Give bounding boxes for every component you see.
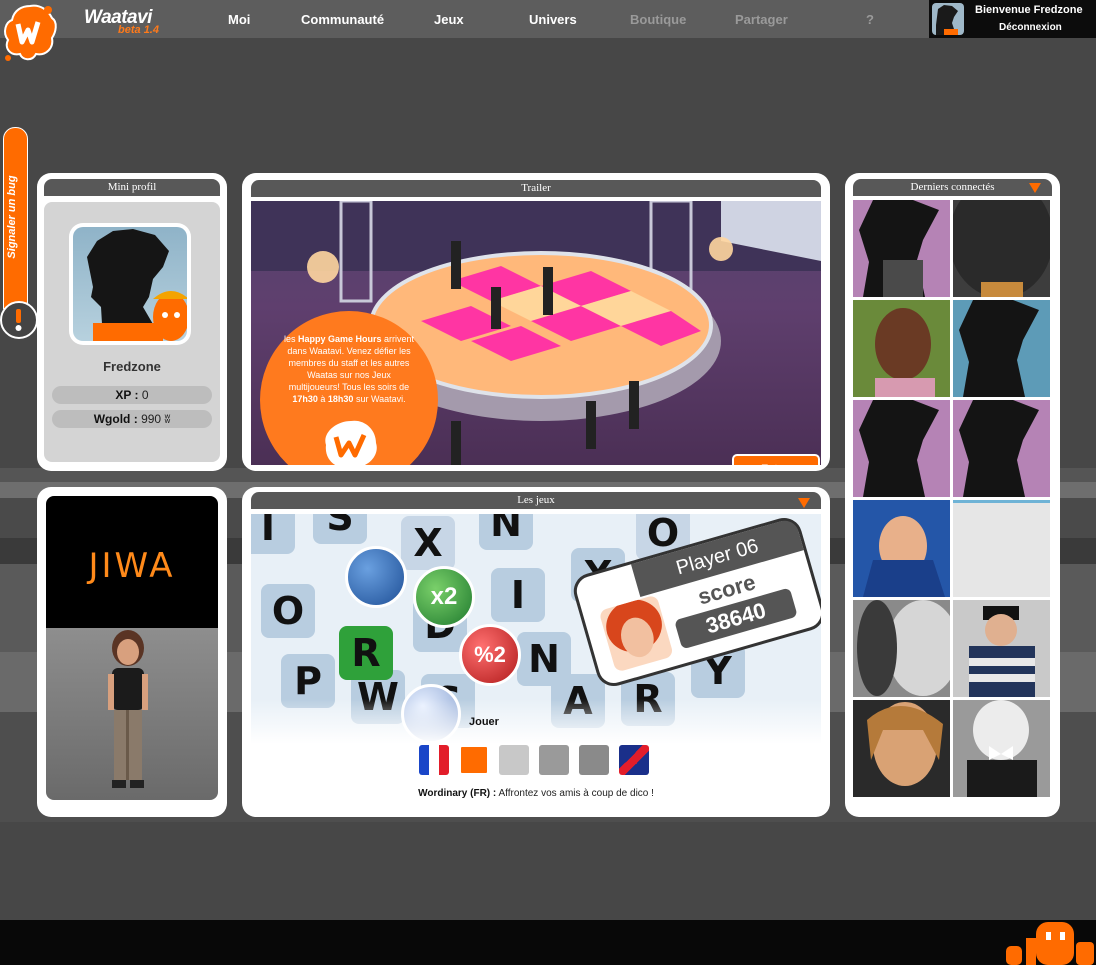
welcome-text: Bienvenue Fredzone — [975, 4, 1083, 16]
wordinary-en-game-icon[interactable] — [619, 745, 649, 775]
enter-button[interactable]: Entrer — [732, 454, 820, 465]
letter-tile: S — [313, 514, 367, 544]
trailer-scene[interactable]: les Happy Game Hours arrivent dans Waata… — [251, 201, 821, 465]
profile-username: Fredzone — [103, 359, 161, 374]
letter-tile: I — [491, 568, 545, 622]
panel-title: Les jeux — [251, 492, 821, 509]
promo-bold: 18h30 — [327, 394, 354, 404]
bonus-pct2-bubble: %2 — [459, 624, 521, 686]
wordinary-scene[interactable]: I S X N O O I X P D N W S A R Y R x2 %2 … — [251, 514, 821, 744]
mini-profile-body: Fredzone XP : 0 Wgold : 990 ʬ — [44, 202, 220, 462]
waatavi-mascot-icon — [1006, 922, 1094, 965]
panel-title: Mini profil — [44, 179, 220, 196]
xp-value: 0 — [141, 388, 149, 402]
swap-bubble-icon — [345, 546, 407, 608]
draw-game-icon[interactable] — [459, 745, 489, 775]
connected-user-avatar[interactable] — [853, 500, 950, 597]
game-icon-locked[interactable] — [579, 745, 609, 775]
avatar-character-illustration — [108, 630, 148, 788]
trailer-panel: Trailer les Happy Game Hours arrivent da… — [242, 173, 830, 471]
connected-user-empty — [953, 500, 1050, 597]
wgold-value: 990 — [141, 412, 162, 426]
letter-tile: N — [479, 514, 533, 550]
game-icon-locked[interactable] — [539, 745, 569, 775]
promo-part: les — [283, 334, 298, 344]
footer — [0, 920, 1096, 965]
play-label: Jouer — [469, 716, 499, 728]
game-tagline: Affrontez vos amis à coup de dico ! — [496, 788, 654, 799]
promo-bold: Happy Game Hours — [297, 334, 382, 344]
jiwa-logo: JIWA — [88, 546, 176, 586]
dropdown-arrow-icon[interactable] — [798, 498, 810, 508]
nav-moi[interactable]: Moi — [228, 12, 250, 27]
jiwa-ad-panel[interactable]: JIWA — [37, 487, 227, 817]
wgold-label: Wgold : — [93, 412, 138, 426]
dropdown-arrow-icon[interactable] — [1029, 183, 1041, 193]
profile-avatar-image — [73, 227, 187, 341]
jiwa-ad-character — [46, 628, 218, 800]
promo-part: à — [317, 394, 328, 404]
bonus-x2-bubble: x2 — [413, 566, 475, 628]
user-avatar[interactable] — [932, 3, 964, 35]
nav-help: ? — [866, 12, 874, 27]
letter-tile-star: R — [339, 626, 393, 680]
player-avatar — [598, 594, 674, 673]
nav-communaute[interactable]: Communauté — [301, 12, 384, 27]
xp-label: XP : — [115, 388, 139, 402]
beta-version: 1.4 — [143, 24, 159, 36]
letter-tile: O — [261, 584, 315, 638]
letter-tile: X — [401, 516, 455, 570]
logout-link[interactable]: Déconnexion — [999, 22, 1062, 33]
user-box: Bienvenue Fredzone Déconnexion — [929, 0, 1096, 38]
waatavi-logo-icon[interactable] — [2, 2, 58, 64]
connected-user-avatar[interactable] — [853, 200, 950, 297]
nav-boutique: Boutique — [630, 12, 687, 27]
promo-part: sur Waatavi. — [353, 394, 406, 404]
wgold-coin-icon: ʬ — [164, 412, 171, 426]
connected-user-avatar[interactable] — [953, 300, 1050, 397]
top-nav-bar: Waatavi beta 1.4 Moi Communauté Jeux Uni… — [0, 0, 1096, 38]
warning-icon — [0, 301, 38, 339]
nav-univers[interactable]: Univers — [529, 12, 577, 27]
scene-fade — [251, 699, 821, 744]
report-bug-label: Signaler un bug — [6, 175, 18, 259]
connected-user-avatar[interactable] — [953, 600, 1050, 697]
panel-title: Trailer — [251, 180, 821, 197]
connected-user-avatar[interactable] — [953, 200, 1050, 297]
game-icon-locked[interactable] — [499, 745, 529, 775]
mini-profile-panel: Mini profil Fredzone XP : 0 Wgold : 990 … — [37, 173, 227, 471]
nav-partager: Partager — [735, 12, 788, 27]
connected-user-avatar[interactable] — [953, 400, 1050, 497]
wow-logo-icon — [325, 420, 377, 465]
game-description: Wordinary (FR) : Affrontez vos amis à co… — [242, 788, 830, 799]
games-panel: Les jeux I S X N O O I X P D N W S A R Y… — [242, 487, 830, 817]
connected-user-avatar[interactable] — [853, 400, 950, 497]
connected-user-avatar[interactable] — [853, 600, 950, 697]
beta-text: beta — [118, 24, 141, 36]
beta-badge: beta 1.4 — [118, 24, 159, 36]
wordinary-fr-game-icon[interactable] — [419, 745, 449, 775]
promo-bold: 17h30 — [292, 394, 318, 404]
game-name: Wordinary (FR) : — [418, 788, 497, 799]
nav-jeux[interactable]: Jeux — [434, 12, 464, 27]
letter-tile: I — [251, 514, 295, 554]
happy-game-hours-promo: les Happy Game Hours arrivent dans Waata… — [260, 311, 438, 465]
profile-avatar[interactable] — [69, 223, 191, 345]
wgold-stat: Wgold : 990 ʬ — [52, 410, 212, 428]
promo-text: les Happy Game Hours arrivent dans Waata… — [282, 333, 416, 405]
connected-user-avatar[interactable] — [853, 700, 950, 797]
last-connected-panel: Derniers connectés — [845, 173, 1060, 817]
jiwa-ad-banner: JIWA — [46, 496, 218, 628]
xp-stat: XP : 0 — [52, 386, 212, 404]
panel-title: Derniers connectés — [853, 179, 1052, 196]
connected-user-avatar[interactable] — [953, 700, 1050, 797]
connected-user-avatar[interactable] — [853, 300, 950, 397]
report-bug-tab[interactable]: Signaler un bug — [0, 127, 38, 339]
